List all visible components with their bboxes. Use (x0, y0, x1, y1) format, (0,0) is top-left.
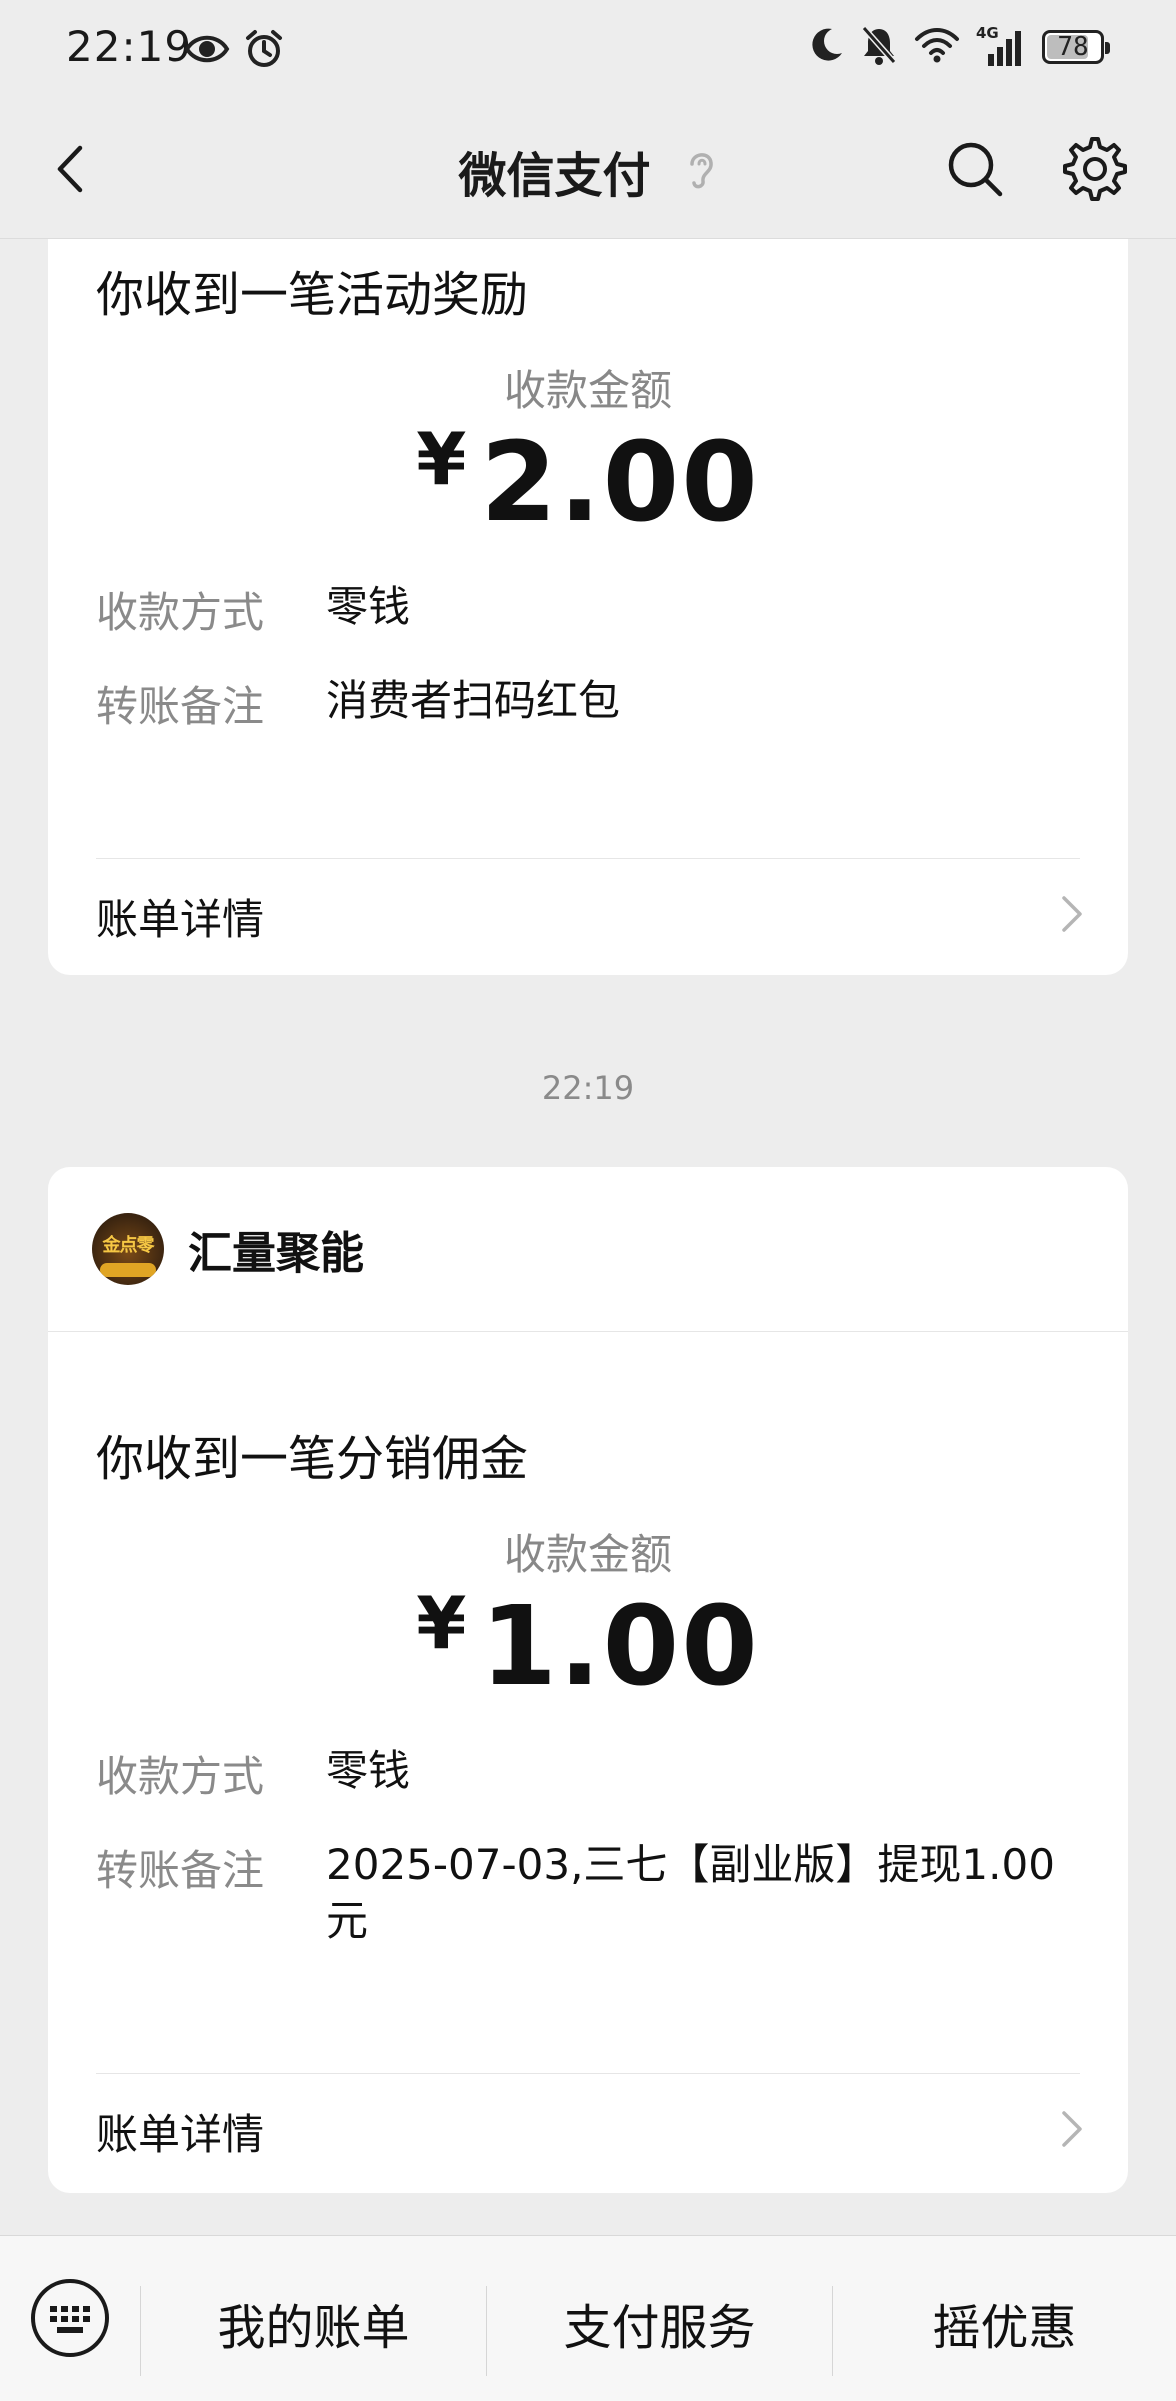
time-separator: 22:19 (541, 1069, 635, 1107)
message-list[interactable]: 你收到一笔活动奖励 收款金额 ¥2.00 收款方式 零钱 转账备注 消费者扫码红… (0, 239, 1176, 2235)
chevron-right-icon (1056, 892, 1086, 940)
notice-title: 你收到一笔分销佣金 (96, 1431, 529, 1487)
avatar-coins (100, 1263, 156, 1277)
search-icon[interactable] (942, 136, 1008, 202)
payment-card: 金点零 汇量聚能 你收到一笔分销佣金 收款金额 ¥1.00 收款方式 零钱 转账… (48, 1167, 1128, 2193)
bill-detail-label: 账单详情 (96, 894, 265, 944)
bill-detail-label: 账单详情 (96, 2109, 265, 2159)
bill-detail-link[interactable]: 账单详情 (96, 2091, 1086, 2171)
amount-value: 1.00 (480, 1582, 760, 1710)
method-value: 零钱 (326, 582, 411, 631)
amount-label: 收款金额 (503, 366, 672, 415)
page-title: 微信支付 (458, 148, 651, 204)
menu-my-bills[interactable]: 我的账单 (141, 2288, 486, 2360)
method-row: 收款方式 零钱 (96, 1743, 1086, 1804)
menu-shake-deals[interactable]: 摇优惠 (833, 2288, 1176, 2360)
divider (96, 858, 1080, 859)
battery-level: 78 (1057, 32, 1089, 62)
remark-key: 转账备注 (96, 1846, 265, 1895)
remark-row: 转账备注 消费者扫码红包 (96, 673, 1086, 734)
notice-title: 你收到一笔活动奖励 (96, 267, 529, 323)
divider (96, 2073, 1080, 2074)
status-time: 22:19 (66, 22, 193, 71)
wifi-icon (914, 25, 960, 69)
remark-value: 2025-07-03,三七【副业版】提现1.00元 (326, 1840, 1055, 1945)
amount: ¥2.00 (48, 417, 1128, 546)
avatar-logo-text: 金点零 (102, 1235, 155, 1256)
signal-4g-icon: 4G (976, 24, 1026, 68)
eye-icon (184, 28, 230, 74)
status-bar: 22:19 4G 78 (0, 0, 1176, 100)
ear-icon[interactable] (684, 146, 718, 196)
menu-payment-services[interactable]: 支付服务 (487, 2288, 832, 2360)
amount-value: 2.00 (480, 418, 760, 546)
moon-icon (808, 25, 844, 69)
bell-off-icon (860, 24, 898, 70)
status-left-icons (184, 28, 284, 74)
bill-detail-link[interactable]: 账单详情 (96, 876, 1086, 956)
amount: ¥1.00 (48, 1581, 1128, 1710)
chevron-right-icon (1056, 2107, 1086, 2155)
status-right-icons: 4G 78 (808, 24, 1110, 70)
merchant-name: 汇量聚能 (188, 1228, 364, 1279)
remark-row: 转账备注 2025-07-03,三七【副业版】提现1.00元 (96, 1837, 1086, 1949)
currency-symbol: ¥ (416, 1581, 467, 1665)
remark-key: 转账备注 (96, 682, 265, 731)
method-value: 零钱 (326, 1746, 411, 1795)
nav-bar: 微信支付 (0, 100, 1176, 239)
battery-indicator: 78 (1042, 30, 1110, 64)
avatar: 金点零 (92, 1213, 164, 1285)
settings-icon[interactable] (1060, 134, 1130, 204)
remark-value: 消费者扫码红包 (326, 676, 621, 725)
alarm-icon (244, 28, 284, 74)
amount-label: 收款金额 (503, 1530, 672, 1579)
method-row: 收款方式 零钱 (96, 579, 1086, 640)
method-key: 收款方式 (96, 1752, 265, 1801)
method-key: 收款方式 (96, 588, 265, 637)
merchant-header[interactable]: 金点零 汇量聚能 (48, 1167, 1128, 1332)
keyboard-icon[interactable] (30, 2278, 110, 2358)
currency-symbol: ¥ (416, 417, 467, 501)
payment-card: 你收到一笔活动奖励 收款金额 ¥2.00 收款方式 零钱 转账备注 消费者扫码红… (48, 239, 1128, 975)
bottom-menu-bar: 我的账单 支付服务 摇优惠 (0, 2235, 1176, 2401)
